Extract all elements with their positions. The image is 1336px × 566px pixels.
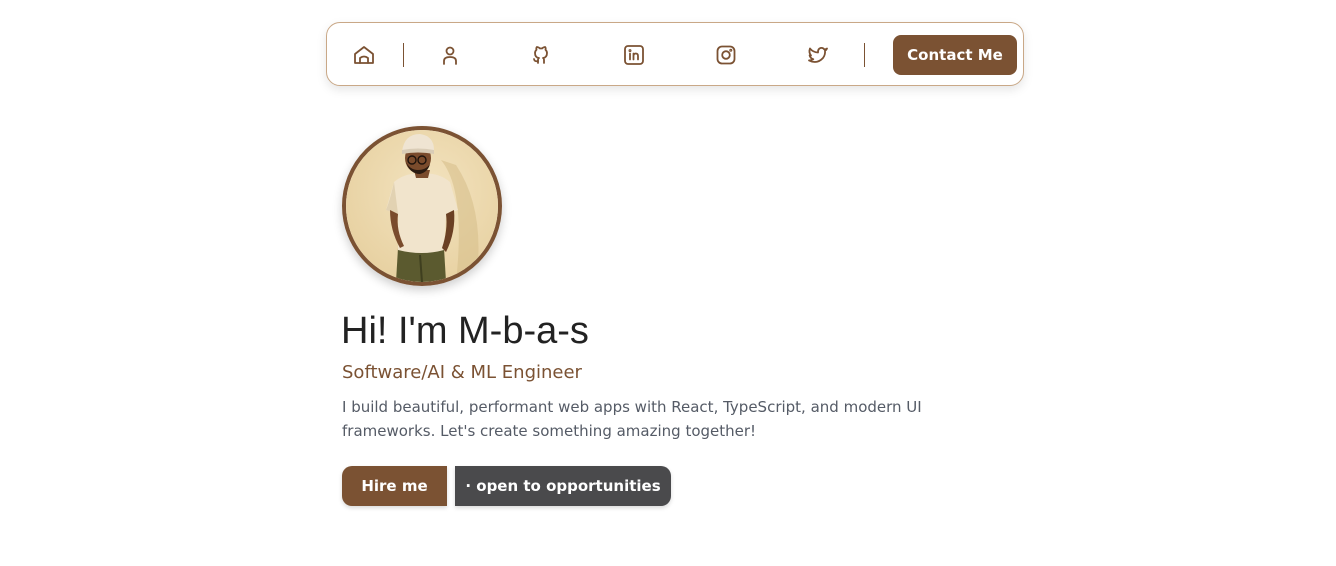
nav-divider-left (403, 43, 404, 67)
nav-divider-right (864, 43, 865, 67)
open-to-opportunities-button[interactable]: · open to opportunities (455, 466, 671, 506)
contact-me-button[interactable]: Contact Me (893, 35, 1017, 75)
profile-avatar (342, 126, 502, 286)
top-navbar: Contact Me (326, 22, 1024, 86)
hero-description: I build beautiful, performant web apps w… (342, 398, 922, 440)
instagram-icon[interactable] (713, 42, 739, 68)
hire-me-button[interactable]: Hire me (342, 466, 447, 506)
user-icon[interactable] (437, 42, 463, 68)
hero-role: Software/AI & ML Engineer (342, 362, 582, 383)
linkedin-icon[interactable] (621, 42, 647, 68)
twitter-icon[interactable] (805, 42, 831, 68)
home-icon[interactable] (351, 42, 377, 68)
github-icon[interactable] (528, 42, 554, 68)
hero-title: Hi! I'm M-b-a-s (341, 310, 589, 352)
